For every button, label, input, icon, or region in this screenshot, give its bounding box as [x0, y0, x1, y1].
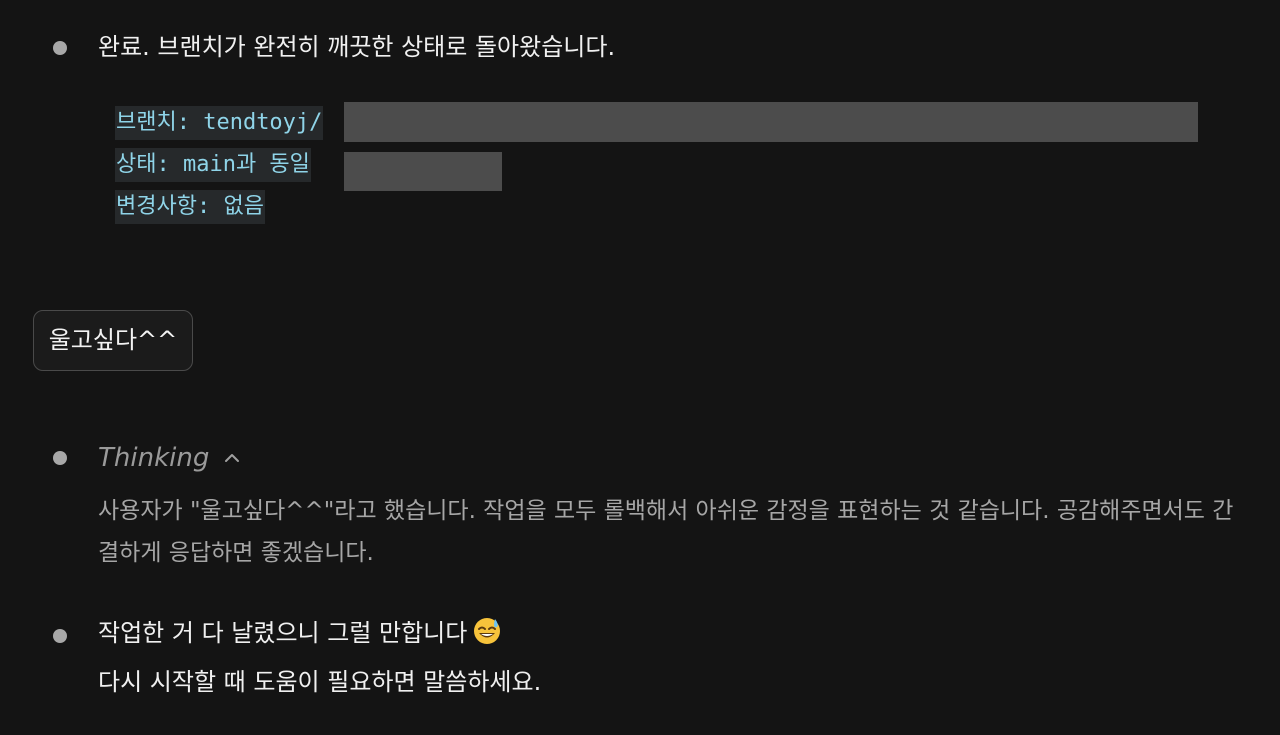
chevron-up-icon: [223, 449, 241, 467]
message-bullet: [53, 451, 67, 465]
assistant-reply-line: 작업한 거 다 날렸으니 그럴 만합니다: [98, 616, 501, 654]
redacted-branch-name: [344, 102, 1198, 142]
user-message-bubble: 울고싶다^^: [33, 310, 193, 371]
code-line-changes: 변경사항: 없음: [115, 190, 265, 224]
thinking-toggle[interactable]: Thinking: [98, 440, 241, 476]
chat-transcript: 완료. 브랜치가 완전히 깨끗한 상태로 돌아왔습니다. 브랜치: tendto…: [0, 0, 1280, 735]
redacted-status-detail: [344, 152, 502, 191]
user-message-text: 울고싶다^^: [48, 326, 178, 354]
thinking-label: Thinking: [98, 443, 210, 473]
code-line-text: 변경사항: 없음: [115, 190, 265, 224]
assistant-message-text: 완료. 브랜치가 완전히 깨끗한 상태로 돌아왔습니다.: [98, 33, 616, 61]
assistant-reply-line: 다시 시작할 때 도움이 필요하면 말씀하세요.: [98, 668, 542, 696]
code-line-text: 상태: main과 동일: [115, 148, 311, 182]
message-bullet: [53, 41, 67, 55]
code-line-branch: 브랜치: tendtoyj/: [115, 106, 324, 140]
thinking-content: 사용자가 "울고싶다^^"라고 했습니다. 작업을 모두 롤백해서 아쉬운 감정…: [98, 498, 1234, 566]
grinning-sweat-emoji-icon: [473, 617, 501, 654]
message-bullet: [53, 629, 67, 643]
code-line-text: 브랜치: tendtoyj/: [115, 106, 324, 140]
reply-text: 작업한 거 다 날렸으니 그럴 만합니다: [98, 619, 468, 647]
code-line-status: 상태: main과 동일: [115, 148, 311, 182]
